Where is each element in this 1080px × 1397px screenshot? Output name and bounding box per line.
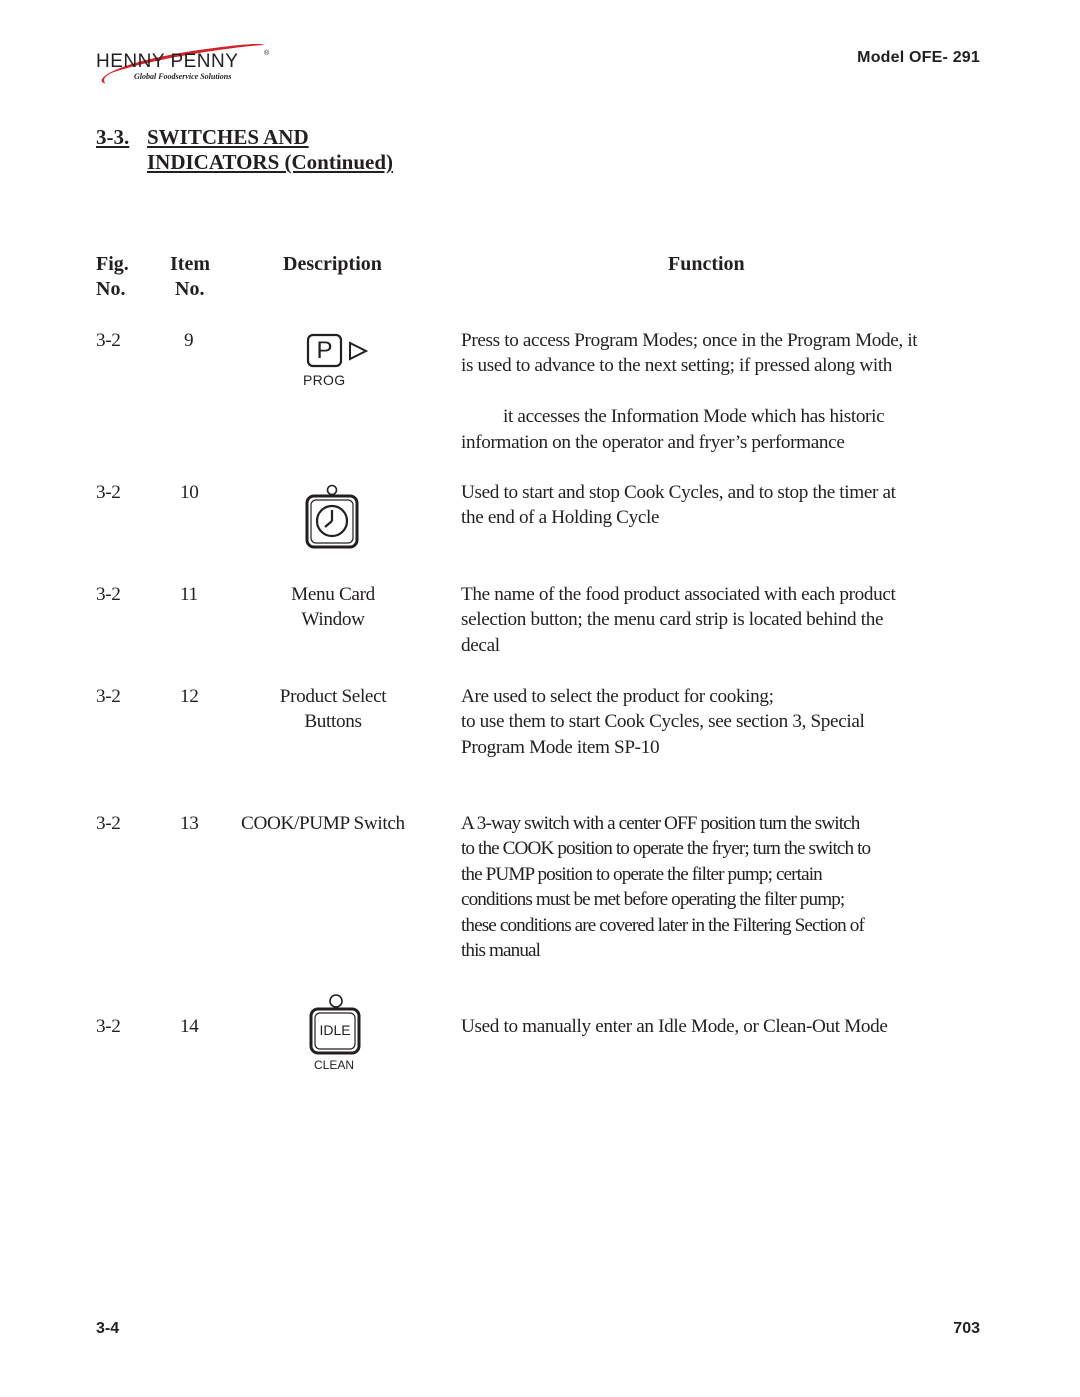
function-text: Press to access Program Modes; once in t…	[461, 330, 918, 453]
fig-number: 3-2	[96, 482, 121, 503]
logo-tagline: Global Foodservice Solutions	[134, 72, 232, 81]
section-title-line2: INDICATORS (Continued)	[147, 150, 394, 174]
idle-icon-label: IDLE	[319, 1022, 351, 1038]
function-line: it accesses the Information Mode which h…	[503, 406, 885, 428]
prog-button-icon: P PROG	[302, 333, 382, 393]
item-number: 11	[180, 584, 198, 605]
section-title-line1: SWITCHES AND	[147, 125, 309, 149]
description-text: COOK/PUMP Switch	[241, 813, 405, 834]
item-number: 9	[184, 330, 194, 351]
header-fig-no: Fig. No.	[96, 252, 129, 302]
item-number: 13	[180, 813, 199, 834]
timer-button-icon	[304, 484, 360, 550]
header-fig-line1: Fig.	[96, 253, 129, 275]
model-number: Model OFE- 291	[857, 49, 980, 66]
fig-number: 3-2	[96, 330, 121, 351]
henny-penny-logo: HENNY PENNY ® Global Foodservice Solutio…	[94, 38, 274, 90]
function-text: Used to manually enter an Idle Mode, or …	[461, 1016, 888, 1037]
item-number: 14	[180, 1016, 199, 1037]
header-item-no: Item No.	[170, 252, 210, 302]
fig-number: 3-2	[96, 584, 121, 605]
header-item-line2: No.	[175, 278, 205, 300]
prog-icon-caption: PROG	[303, 372, 346, 388]
header-description: Description	[283, 253, 382, 275]
function-text: Used to start and stop Cook Cycles, and …	[461, 482, 896, 529]
header-fig-line2: No.	[96, 278, 126, 300]
description-text: Product Select Buttons	[279, 686, 387, 733]
header-function: Function	[668, 253, 745, 275]
prog-icon-letter: P	[316, 337, 333, 364]
section-number: 3-3.	[96, 125, 130, 149]
function-text: The name of the food product associated …	[461, 584, 896, 656]
header-item-line1: Item	[170, 253, 210, 275]
fig-number: 3-2	[96, 1016, 121, 1037]
logo-wordmark: HENNY PENNY	[96, 51, 239, 72]
clean-icon-caption: CLEAN	[314, 1058, 355, 1072]
function-text: Are used to select the product for cooki…	[461, 686, 865, 758]
function-text: A 3-way switch with a center OFF positio…	[461, 813, 871, 962]
logo-registered-mark: ®	[264, 50, 270, 57]
section-title: 3-3. SWITCHES AND INDICATORS (Continued)	[96, 125, 393, 175]
idle-clean-button-icon: IDLE CLEAN	[306, 993, 366, 1075]
fig-number: 3-2	[96, 813, 121, 834]
item-number: 12	[180, 686, 199, 707]
fig-number: 3-2	[96, 686, 121, 707]
revision-code: 703	[953, 1320, 980, 1337]
item-number: 10	[180, 482, 199, 503]
page-number: 3-4	[96, 1320, 120, 1337]
description-text: Menu Card Window	[291, 584, 375, 631]
